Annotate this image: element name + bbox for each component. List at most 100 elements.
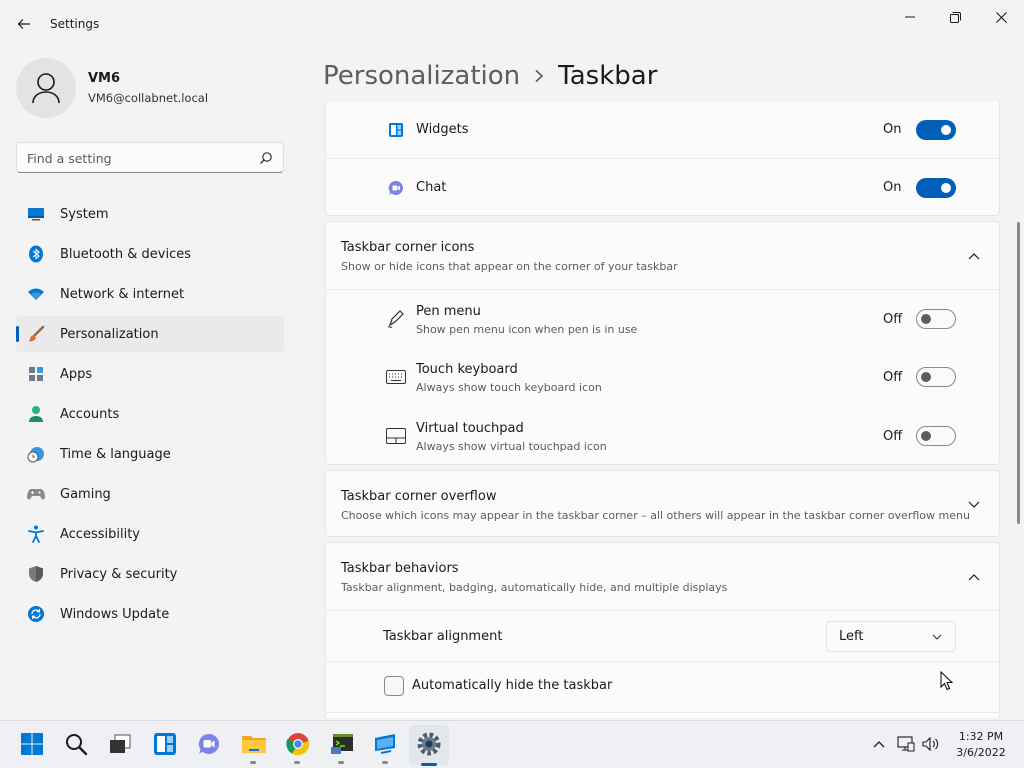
alignment-row: Taskbar alignment Left	[326, 610, 999, 661]
widgets-icon	[386, 120, 406, 140]
clock-time: 1:32 PM	[958, 730, 1004, 743]
running-indicator	[250, 761, 256, 764]
network-icon	[897, 736, 915, 752]
pen-menu-row: Pen menu Show pen menu icon when pen is …	[326, 289, 999, 348]
chat-taskbar-button[interactable]	[195, 730, 223, 758]
back-arrow-icon	[17, 19, 30, 29]
apps-icon	[27, 365, 45, 383]
clock-date: 3/6/2022	[956, 746, 1006, 759]
page-title: Taskbar	[558, 61, 658, 91]
volume-button[interactable]	[922, 735, 940, 753]
maximize-button[interactable]	[932, 4, 978, 30]
touch-keyboard-state: Off	[883, 370, 903, 385]
chat-row: Chat On	[326, 158, 999, 216]
virtual-touchpad-toggle[interactable]	[916, 426, 956, 446]
running-indicator	[294, 761, 300, 764]
taskbar-search-button[interactable]	[62, 730, 90, 758]
task-view-button[interactable]	[106, 730, 134, 758]
chrome-button[interactable]	[284, 730, 312, 758]
running-indicator	[338, 761, 344, 764]
autohide-label[interactable]: Automatically hide the taskbar	[412, 678, 612, 693]
settings-content: Widgets On Chat On Taskbar corner icons …	[325, 102, 1000, 718]
network-status-button[interactable]	[897, 735, 915, 753]
sidebar-item-time-language[interactable]: Time & language	[16, 436, 284, 472]
alignment-label: Taskbar alignment	[383, 629, 503, 644]
close-button[interactable]	[978, 4, 1024, 30]
system-icon	[27, 205, 45, 223]
virtual-touchpad-state: Off	[883, 429, 903, 444]
folder-icon	[242, 736, 266, 753]
sidebar-item-bluetooth[interactable]: Bluetooth & devices	[16, 236, 284, 272]
alignment-dropdown[interactable]: Left	[826, 621, 956, 652]
breadcrumb-parent[interactable]: Personalization	[323, 61, 520, 91]
chat-toggle[interactable]	[916, 178, 956, 198]
gear-icon	[417, 732, 441, 756]
sidebar-item-privacy[interactable]: Privacy & security	[16, 556, 284, 592]
task-view-icon	[110, 734, 131, 753]
keyboard-icon	[386, 367, 406, 387]
search-box[interactable]	[16, 142, 284, 173]
windows-logo-icon	[21, 733, 43, 755]
taskbar-items-card: Widgets On Chat On	[325, 102, 1000, 216]
sidebar-item-windows-update[interactable]: Windows Update	[16, 596, 284, 632]
breadcrumb: Personalization Taskbar	[323, 58, 657, 94]
sidebar-item-network[interactable]: Network & internet	[16, 276, 284, 312]
file-explorer-button[interactable]	[240, 730, 268, 758]
chrome-icon	[286, 733, 310, 756]
chevron-down-icon	[932, 634, 942, 640]
touch-keyboard-row: Touch keyboard Always show touch keyboar…	[326, 348, 999, 407]
minimize-button[interactable]	[887, 4, 933, 30]
corner-icons-header[interactable]: Taskbar corner icons Show or hide icons …	[326, 222, 999, 289]
back-button[interactable]	[12, 12, 36, 36]
bluetooth-icon	[27, 245, 45, 263]
app-title: Settings	[50, 17, 100, 31]
title-bar: Settings	[0, 0, 1024, 48]
chevron-down-icon[interactable]	[966, 497, 982, 513]
pen-menu-toggle[interactable]	[916, 309, 956, 329]
person-icon	[32, 73, 60, 104]
scrollbar-thumb[interactable]	[1017, 222, 1020, 524]
remote-desktop-icon	[375, 734, 395, 754]
settings-taskbar-button[interactable]	[415, 730, 443, 758]
sidebar-item-apps[interactable]: Apps	[16, 356, 284, 392]
sidebar-item-accessibility[interactable]: Accessibility	[16, 516, 284, 552]
chat-state: On	[883, 180, 902, 195]
user-profile[interactable]: VM6 VM6@collabnet.local	[16, 58, 286, 118]
widgets-toggle[interactable]	[916, 120, 956, 140]
widgets-row: Widgets On	[326, 102, 999, 158]
next-row	[326, 712, 999, 718]
autohide-row: Automatically hide the taskbar	[326, 661, 999, 712]
start-button[interactable]	[18, 730, 46, 758]
clock-globe-icon	[27, 445, 45, 463]
mouse-cursor-icon	[940, 671, 954, 691]
user-name: VM6	[88, 71, 121, 86]
active-indicator	[421, 763, 437, 766]
sidebar-item-system[interactable]: System	[16, 196, 284, 232]
windows-taskbar: 1:32 PM 3/6/2022	[0, 720, 1024, 768]
gamepad-icon	[27, 485, 45, 503]
system-clock[interactable]: 1:32 PM 3/6/2022	[950, 729, 1012, 761]
autohide-checkbox[interactable]	[384, 676, 404, 696]
show-hidden-icons-button[interactable]	[870, 735, 888, 753]
terminal-app-button[interactable]	[328, 730, 356, 758]
search-icon	[260, 152, 272, 164]
touch-keyboard-toggle[interactable]	[916, 367, 956, 387]
widgets-taskbar-button[interactable]	[151, 730, 179, 758]
person-icon	[27, 405, 45, 423]
remote-desktop-button[interactable]	[372, 730, 400, 758]
virtual-touchpad-row: Virtual touchpad Always show virtual tou…	[326, 407, 999, 465]
shield-icon	[27, 565, 45, 583]
chevron-up-icon[interactable]	[966, 569, 982, 585]
chat-icon	[386, 178, 406, 198]
sidebar-item-gaming[interactable]: Gaming	[16, 476, 284, 512]
restore-icon	[949, 11, 961, 23]
running-indicator	[382, 761, 388, 764]
sidebar-item-accounts[interactable]: Accounts	[16, 396, 284, 432]
chevron-up-icon	[873, 741, 885, 748]
user-email: VM6@collabnet.local	[88, 91, 209, 105]
corner-overflow-card[interactable]: Taskbar corner overflow Choose which ico…	[325, 470, 1000, 537]
behaviors-header[interactable]: Taskbar behaviors Taskbar alignment, bad…	[326, 543, 999, 610]
chevron-up-icon[interactable]	[966, 248, 982, 264]
search-input[interactable]	[27, 148, 247, 168]
sidebar-item-personalization[interactable]: Personalization	[16, 316, 284, 352]
